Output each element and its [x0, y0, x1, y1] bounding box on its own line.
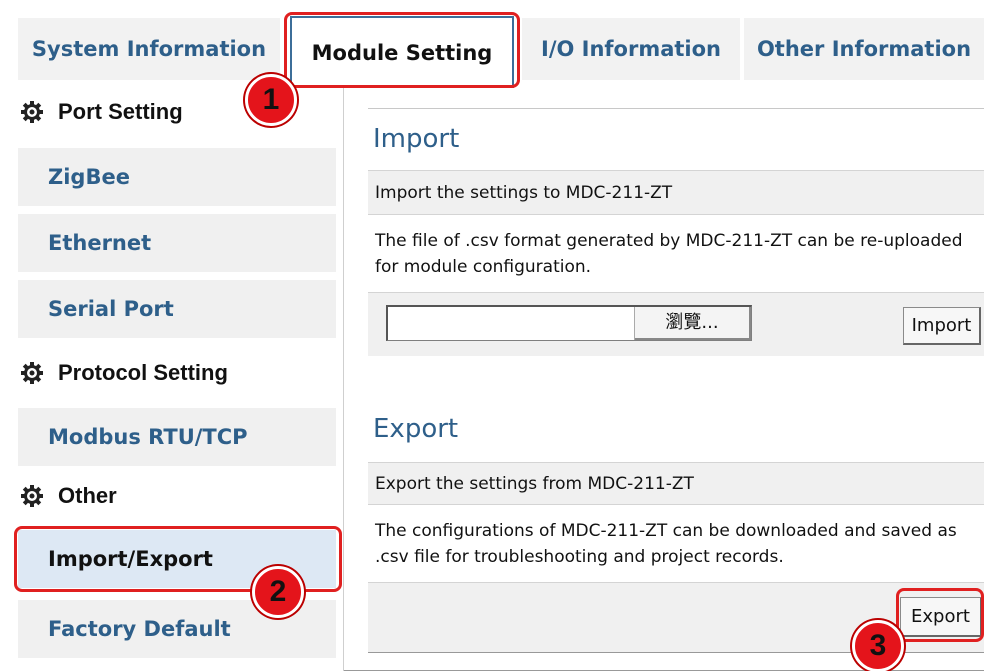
sidebar-group-label: Other: [58, 483, 117, 508]
export-subtitle: Export the settings from MDC-211-ZT: [368, 462, 984, 504]
sidebar-group-port-setting: Port Setting: [20, 92, 183, 132]
sidebar-item-serial-port[interactable]: Serial Port: [18, 280, 336, 338]
import-subtitle: Import the settings to MDC-211-ZT: [368, 170, 984, 214]
tab-bar: System Information Module Setting I/O In…: [0, 0, 984, 88]
export-title: Export: [373, 414, 459, 444]
step-badge-3: 3: [852, 620, 904, 671]
sidebar-item-modbus[interactable]: Modbus RTU/TCP: [18, 408, 336, 466]
sidebar-group-label: Protocol Setting: [58, 360, 228, 385]
sidebar-item-label: Factory Default: [48, 617, 231, 641]
sidebar-group-other: Other: [20, 476, 117, 516]
sidebar-group-protocol-setting: Protocol Setting: [20, 353, 228, 393]
tab-io-information[interactable]: I/O Information: [522, 18, 740, 80]
sidebar-group-label: Port Setting: [58, 99, 183, 124]
step-badge-1: 1: [245, 74, 297, 126]
sidebar-item-zigbee[interactable]: ZigBee: [18, 148, 336, 206]
gear-icon: [21, 101, 43, 123]
sidebar-item-label: Serial Port: [48, 297, 174, 321]
import-controls-row: 瀏覽... Import: [368, 292, 984, 356]
sidebar-item-ethernet[interactable]: Ethernet: [18, 214, 336, 272]
browse-button[interactable]: 瀏覽...: [635, 307, 751, 340]
export-button[interactable]: Export: [900, 597, 982, 637]
tab-system-information[interactable]: System Information: [18, 18, 280, 80]
file-input[interactable]: 瀏覽...: [386, 305, 752, 341]
export-description: The configurations of MDC-211-ZT can be …: [368, 504, 984, 582]
tab-other-information[interactable]: Other Information: [744, 18, 984, 80]
step-badge-2: 2: [252, 566, 304, 618]
sidebar-item-label: Modbus RTU/TCP: [48, 425, 248, 449]
file-path-field[interactable]: [388, 307, 635, 340]
import-title: Import: [373, 124, 460, 154]
sidebar-item-label: Import/Export: [48, 547, 213, 571]
import-button[interactable]: Import: [903, 307, 981, 345]
gear-icon: [21, 485, 43, 507]
sidebar-item-label: Ethernet: [48, 231, 152, 255]
divider: [368, 108, 984, 109]
sidebar-item-label: ZigBee: [48, 165, 130, 189]
gear-icon: [21, 362, 43, 384]
main-content: Import Import the settings to MDC-211-ZT…: [368, 108, 984, 671]
tab-module-setting[interactable]: Module Setting: [290, 16, 514, 88]
import-description: The file of .csv format generated by MDC…: [368, 214, 984, 292]
